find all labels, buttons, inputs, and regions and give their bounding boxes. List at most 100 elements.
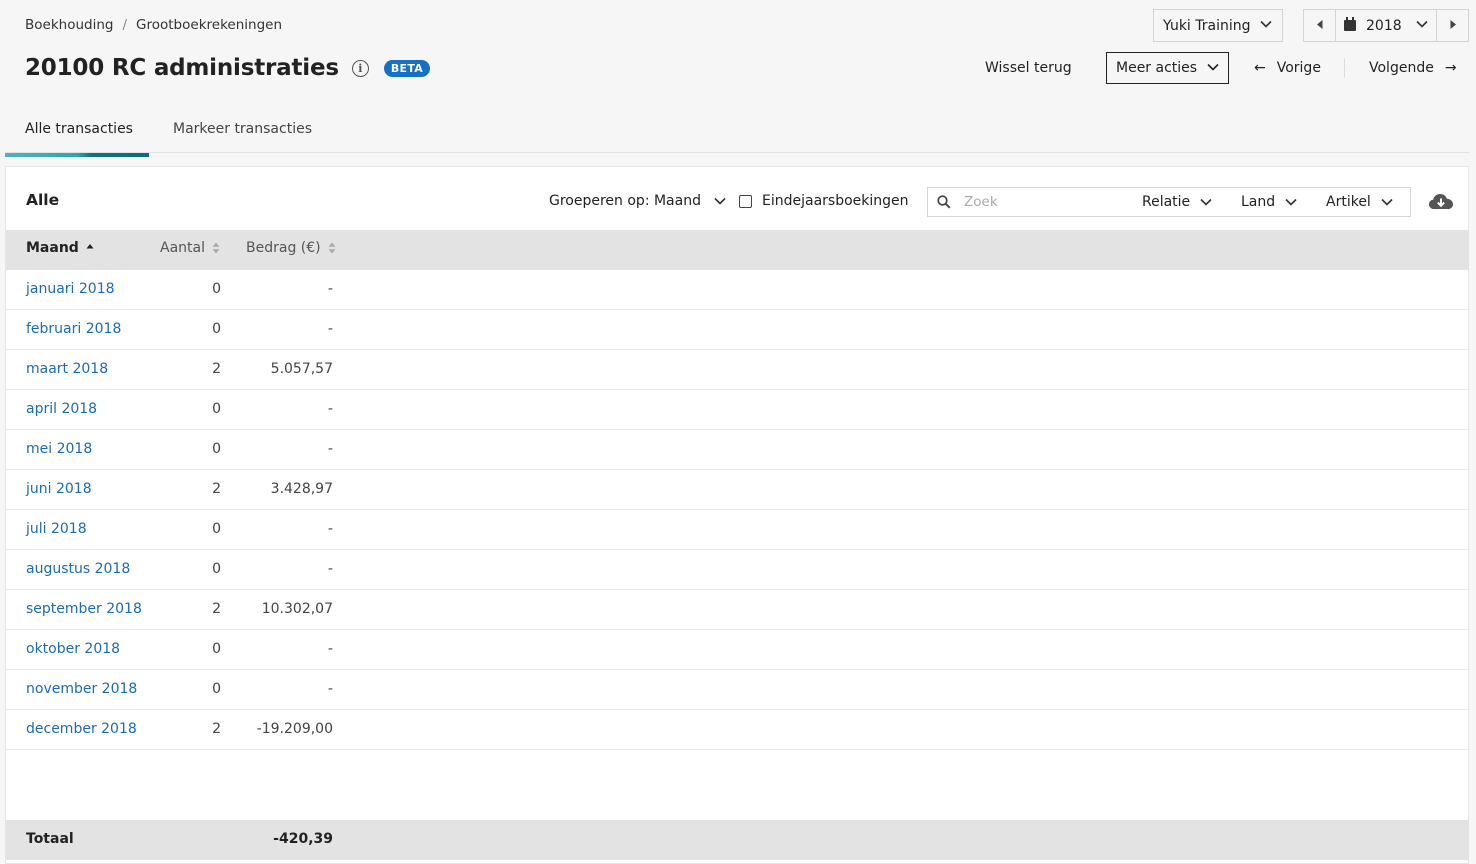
arrow-right-icon: → (1444, 60, 1457, 76)
company-select-value: Yuki Training (1163, 17, 1251, 34)
count-cell: 0 (212, 681, 221, 697)
month-link[interactable]: februari 2018 (26, 321, 121, 337)
month-link[interactable]: mei 2018 (26, 441, 92, 457)
table-row: juli 2018 0 - (6, 510, 1469, 550)
breadcrumb: Boekhouding / Grootboekrekeningen (25, 16, 282, 34)
month-link[interactable]: maart 2018 (26, 361, 108, 377)
count-cell: 0 (212, 641, 221, 657)
column-header-label: Aantal (160, 240, 205, 256)
amount-cell: - (327, 561, 333, 577)
company-select[interactable]: Yuki Training (1153, 9, 1283, 42)
table-footer (6, 820, 1469, 860)
previous-year-button[interactable] (1304, 10, 1336, 41)
wissel-terug-button[interactable]: Wissel terug (985, 58, 1072, 78)
table-header (6, 230, 1469, 270)
count-cell: 2 (212, 601, 221, 617)
table-row: mei 2018 0 - (6, 430, 1469, 470)
month-link[interactable]: juni 2018 (26, 481, 92, 497)
chevron-down-icon (1200, 197, 1212, 207)
breadcrumb-root[interactable]: Boekhouding (25, 17, 113, 33)
amount-cell: - (327, 321, 333, 337)
sort-icon (212, 242, 220, 254)
group-by-label: Groeperen op: Maand (549, 193, 701, 209)
beta-badge: BETA (383, 59, 431, 77)
next-year-button[interactable] (1436, 10, 1468, 41)
amount-cell: - (327, 681, 333, 697)
chevron-down-icon (1416, 19, 1428, 29)
count-cell: 2 (212, 481, 221, 497)
amount-cell: - (327, 401, 333, 417)
info-icon[interactable]: i (351, 59, 369, 77)
cloud-download-icon[interactable] (1428, 190, 1454, 214)
eindejaarsboekingen-toggle[interactable]: Eindejaarsboekingen (739, 193, 909, 209)
amount-cell: - (327, 281, 333, 297)
month-link[interactable]: oktober 2018 (26, 641, 120, 657)
month-link[interactable]: augustus 2018 (26, 561, 130, 577)
eindejaarsboekingen-checkbox[interactable] (739, 194, 752, 208)
relatie-filter-label: Relatie (1142, 194, 1191, 210)
total-label: Totaal (26, 831, 74, 847)
table-row: januari 2018 0 - (6, 270, 1469, 310)
count-cell: 0 (212, 401, 221, 417)
column-header-maand[interactable]: Maand (26, 240, 94, 256)
arrow-left-icon: ← (1254, 60, 1266, 76)
month-link[interactable]: september 2018 (26, 601, 142, 617)
table-row: maart 2018 2 5.057,57 (6, 350, 1469, 390)
breadcrumb-separator: / (122, 17, 128, 33)
tab-bar: Alle transacties Markeer transacties (5, 116, 332, 156)
sort-ascending-icon (86, 242, 94, 254)
year-select[interactable]: 2018 (1336, 10, 1436, 41)
column-header-aantal[interactable]: Aantal (160, 240, 220, 256)
relatie-filter[interactable]: Relatie (1142, 194, 1212, 210)
volgende-button[interactable]: Volgende → (1369, 58, 1457, 78)
amount-cell: -19.209,00 (256, 721, 333, 737)
caret-right-icon (1450, 19, 1456, 32)
meer-acties-dropdown[interactable]: Meer acties (1106, 52, 1229, 84)
table-row: augustus 2018 0 - (6, 550, 1469, 590)
month-link[interactable]: januari 2018 (26, 281, 115, 297)
search-input[interactable] (964, 194, 1134, 210)
month-link[interactable]: december 2018 (26, 721, 137, 737)
amount-cell: 3.428,97 (270, 481, 333, 497)
breadcrumb-current[interactable]: Grootboekrekeningen (136, 17, 282, 33)
column-header-label: Maand (26, 240, 79, 256)
count-cell: 2 (212, 361, 221, 377)
vorige-label: Vorige (1276, 60, 1321, 76)
land-filter[interactable]: Land (1241, 194, 1297, 210)
amount-cell: - (327, 641, 333, 657)
action-divider (1344, 58, 1345, 78)
count-cell: 2 (212, 721, 221, 737)
vorige-button[interactable]: ← Vorige (1254, 58, 1321, 78)
table-row: september 2018 2 10.302,07 (6, 590, 1469, 630)
table-row: februari 2018 0 - (6, 310, 1469, 350)
page-title: 20100 RC administraties (25, 55, 339, 81)
table-row: oktober 2018 0 - (6, 630, 1469, 670)
table-row: december 2018 2 -19.209,00 (6, 710, 1469, 750)
amount-cell: 10.302,07 (261, 601, 333, 617)
table-row: november 2018 0 - (6, 670, 1469, 710)
amount-cell: - (327, 521, 333, 537)
chevron-down-icon (1381, 197, 1393, 207)
page-header: 20100 RC administraties i BETA (25, 52, 431, 84)
meer-acties-label: Meer acties (1116, 60, 1198, 76)
volgende-label: Volgende (1369, 60, 1434, 76)
eindejaarsboekingen-label: Eindejaarsboekingen (762, 193, 909, 209)
group-by-dropdown[interactable]: Groeperen op: Maand (549, 193, 726, 209)
artikel-filter-label: Artikel (1326, 194, 1371, 210)
column-header-bedrag[interactable]: Bedrag (€) (246, 240, 336, 256)
artikel-filter[interactable]: Artikel (1326, 194, 1393, 210)
tab-alle-transacties[interactable]: Alle transacties (5, 116, 153, 156)
land-filter-label: Land (1241, 194, 1276, 210)
caret-left-icon (1316, 19, 1323, 32)
chevron-down-icon (1260, 19, 1272, 29)
active-tab-indicator (5, 153, 149, 157)
count-cell: 0 (212, 561, 221, 577)
tab-markeer-transacties[interactable]: Markeer transacties (153, 116, 332, 156)
count-cell: 0 (212, 281, 221, 297)
month-link[interactable]: juli 2018 (26, 521, 87, 537)
year-select-value: 2018 (1366, 17, 1402, 34)
month-link[interactable]: november 2018 (26, 681, 137, 697)
calendar-icon (1344, 17, 1356, 31)
count-cell: 0 (212, 441, 221, 457)
month-link[interactable]: april 2018 (26, 401, 97, 417)
